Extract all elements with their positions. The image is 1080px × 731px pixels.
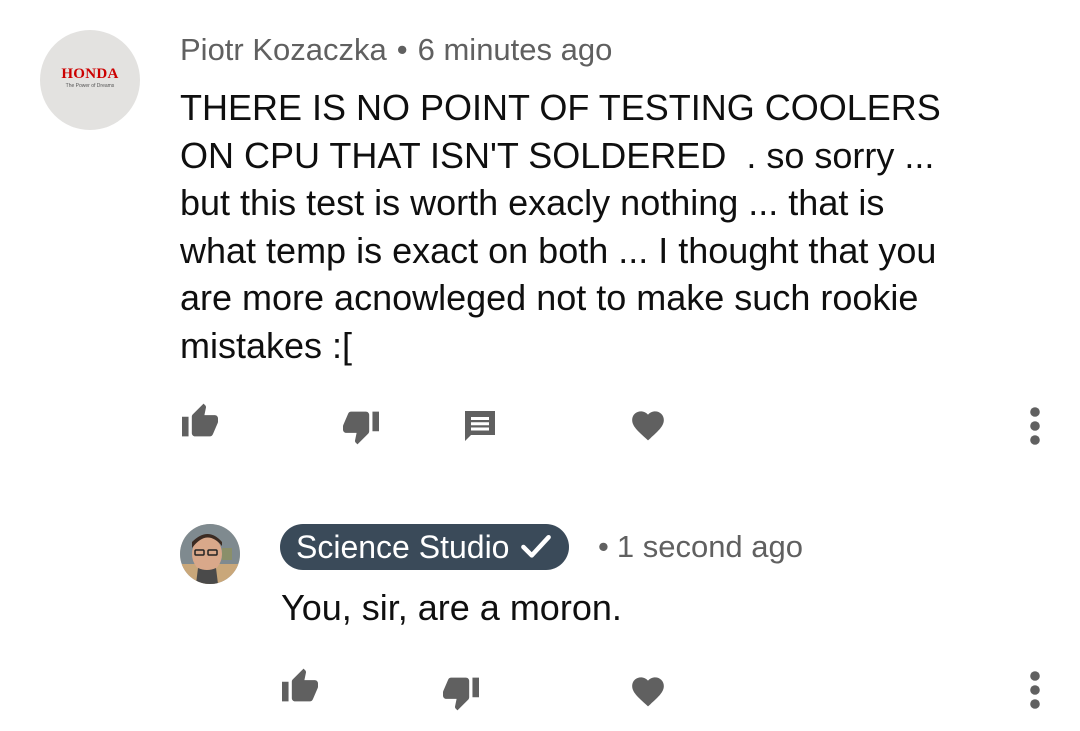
more-vertical-icon[interactable] — [1023, 406, 1047, 446]
person-photo — [180, 524, 240, 584]
reply-meta: • 1 second ago — [598, 527, 803, 567]
more-vertical-icon[interactable] — [1023, 670, 1047, 710]
meta-separator: • — [598, 529, 609, 564]
comment-icon[interactable] — [462, 408, 498, 444]
heart-icon[interactable] — [629, 672, 667, 708]
meta-separator: • — [396, 32, 408, 67]
thumbs-up-icon[interactable] — [180, 402, 220, 438]
thumbs-down-icon[interactable] — [341, 410, 381, 446]
honda-logo: HONDA The Power of Dreams — [61, 66, 118, 89]
comment-avatar[interactable]: HONDA The Power of Dreams — [40, 30, 140, 130]
comment-meta: Piotr Kozaczka • 6 minutes ago — [180, 30, 612, 70]
comment-author[interactable]: Piotr Kozaczka — [180, 32, 387, 67]
reply-author: Science Studio — [296, 529, 510, 565]
thumbs-up-icon[interactable] — [280, 667, 320, 703]
reply-text: You, sir, are a moron. — [281, 587, 622, 628]
reply-author-chip[interactable]: Science Studio — [280, 524, 570, 570]
heart-icon[interactable] — [629, 406, 667, 442]
check-icon — [521, 534, 552, 558]
svg-text:The Power of Dreams: The Power of Dreams — [66, 83, 115, 89]
comment-text: THERE IS NO POINT OF TESTING COOLERS ON … — [180, 87, 941, 366]
reply-avatar[interactable] — [180, 524, 240, 584]
thumbs-down-icon[interactable] — [441, 676, 481, 712]
svg-text:HONDA: HONDA — [61, 66, 118, 82]
comment-timestamp: 6 minutes ago — [417, 32, 613, 67]
reply-timestamp: 1 second ago — [616, 529, 804, 564]
